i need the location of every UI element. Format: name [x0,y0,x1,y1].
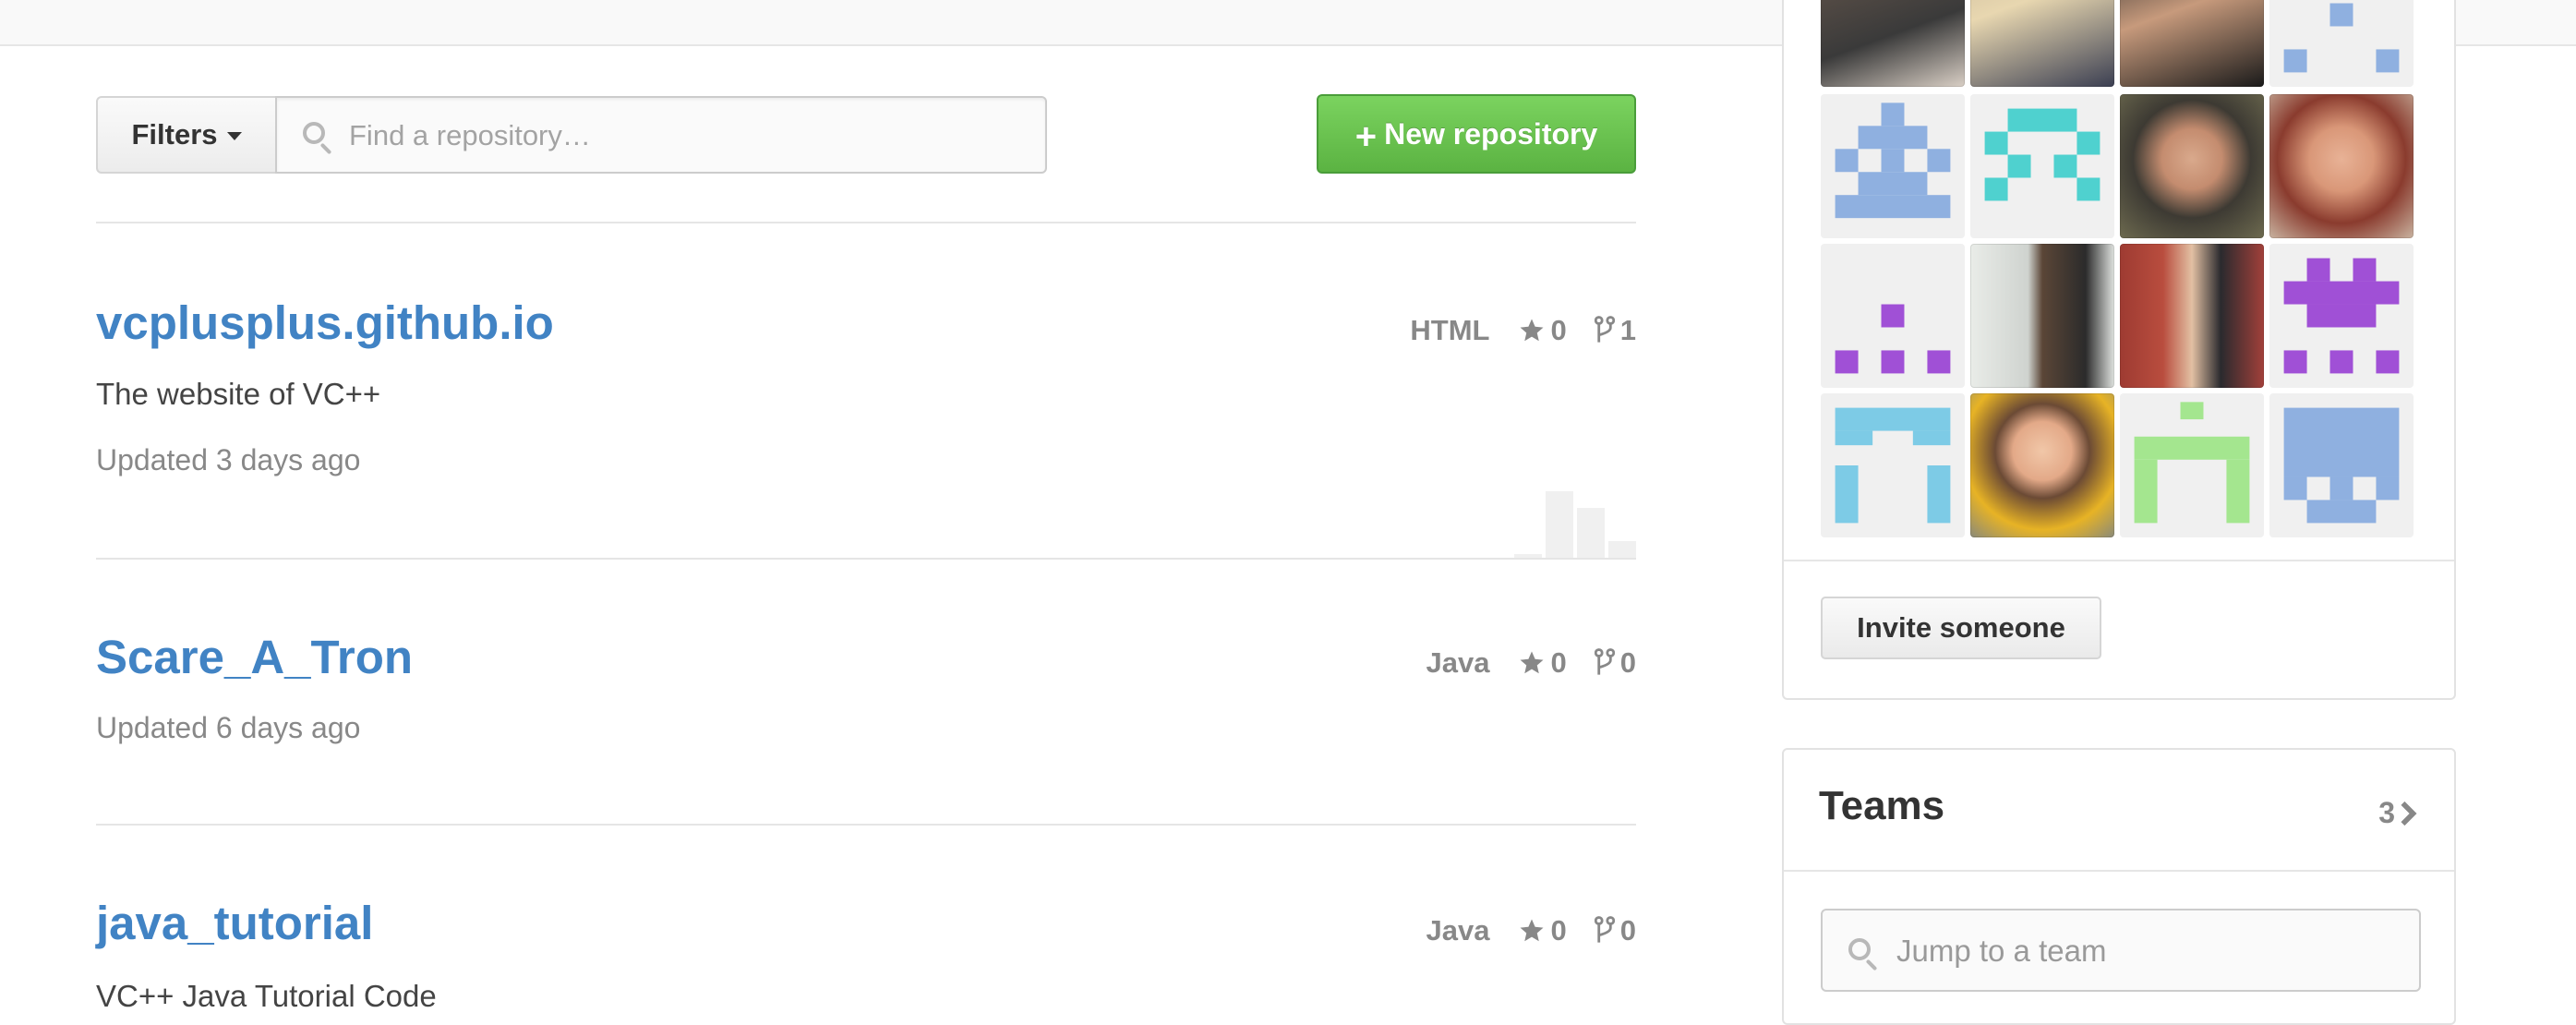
invite-someone-button[interactable]: Invite someone [1821,597,2101,659]
member-avatar[interactable] [2269,94,2413,238]
repo-language: HTML [1410,314,1490,346]
repo-meta: HTML 0 1 [1410,314,1636,347]
new-repository-label: New repository [1384,116,1598,151]
repo-stars[interactable]: 0 [1518,914,1567,947]
repository-search-input[interactable] [347,98,1034,174]
member-avatar[interactable] [1821,244,1965,388]
search-icon [1848,938,1871,960]
activity-sparkline [1514,486,1636,560]
teams-divider [1784,870,2454,872]
members-box: Invite someone [1782,0,2456,700]
member-avatar[interactable] [1970,0,2114,87]
repo-language: Java [1426,914,1490,947]
member-avatar[interactable] [2120,0,2264,87]
repo-name-link[interactable]: Scare_A_Tron [96,630,413,684]
repo-meta: Java 0 0 [1426,914,1636,947]
repo-forks[interactable]: 1 [1594,314,1636,347]
member-avatar[interactable] [1970,393,2114,537]
repo-name-link[interactable]: java_tutorial [96,896,373,950]
new-repository-button[interactable]: + New repository [1317,94,1636,174]
filters-label: Filters [131,118,218,151]
member-avatar[interactable] [1970,94,2114,238]
repo-description: The website of VC++ [96,377,381,411]
list-divider [96,222,1636,223]
chevron-right-icon [2401,801,2417,826]
star-icon [1520,319,1543,342]
caret-down-icon [226,132,242,140]
repo-name-link[interactable]: vcplusplus.github.io [96,295,554,350]
repo-forks[interactable]: 0 [1594,646,1636,680]
plus-icon: + [1354,116,1378,157]
repo-description: VC++ Java Tutorial Code [96,979,437,1013]
teams-count: 3 [2378,796,2395,829]
member-avatar[interactable] [2269,0,2413,87]
member-avatar[interactable] [2269,393,2413,537]
repo-meta: Java 0 0 [1426,646,1636,680]
member-avatar[interactable] [1821,0,1965,87]
teams-count-link[interactable]: 3 [2378,796,2417,830]
star-icon [1520,651,1543,674]
list-divider [96,824,1636,826]
repo-updated: Updated 3 days ago [96,443,361,476]
filters-dropdown-button[interactable]: Filters [96,96,277,174]
list-divider [96,558,1636,560]
member-avatar[interactable] [1821,94,1965,238]
repo-forks[interactable]: 0 [1594,914,1636,947]
repo-stars[interactable]: 0 [1518,314,1567,347]
teams-heading: Teams [1819,783,1945,828]
repo-stars[interactable]: 0 [1518,646,1567,680]
member-avatar[interactable] [2120,244,2264,388]
fork-count: 0 [1619,914,1636,947]
member-avatar[interactable] [2120,393,2264,537]
team-search-input[interactable] [1895,910,2415,992]
member-avatar[interactable] [2120,94,2264,238]
member-avatar[interactable] [1970,244,2114,388]
member-avatar[interactable] [1821,393,1965,537]
repo-updated: Updated 6 days ago [96,711,361,744]
star-count: 0 [1550,914,1567,947]
star-icon [1520,919,1543,942]
fork-icon [1594,316,1615,343]
fork-icon [1594,648,1615,675]
fork-count: 0 [1619,646,1636,679]
team-search[interactable] [1821,909,2421,992]
fork-icon [1594,916,1615,943]
teams-box: Teams 3 [1782,748,2456,1025]
member-avatar[interactable] [2269,244,2413,388]
star-count: 0 [1550,646,1567,679]
member-avatar-grid [1821,0,2413,539]
search-icon [303,122,325,144]
star-count: 0 [1550,314,1567,346]
members-footer-divider [1784,560,2454,561]
repo-language: Java [1426,646,1490,679]
repository-search[interactable] [275,96,1047,174]
fork-count: 1 [1619,314,1636,346]
